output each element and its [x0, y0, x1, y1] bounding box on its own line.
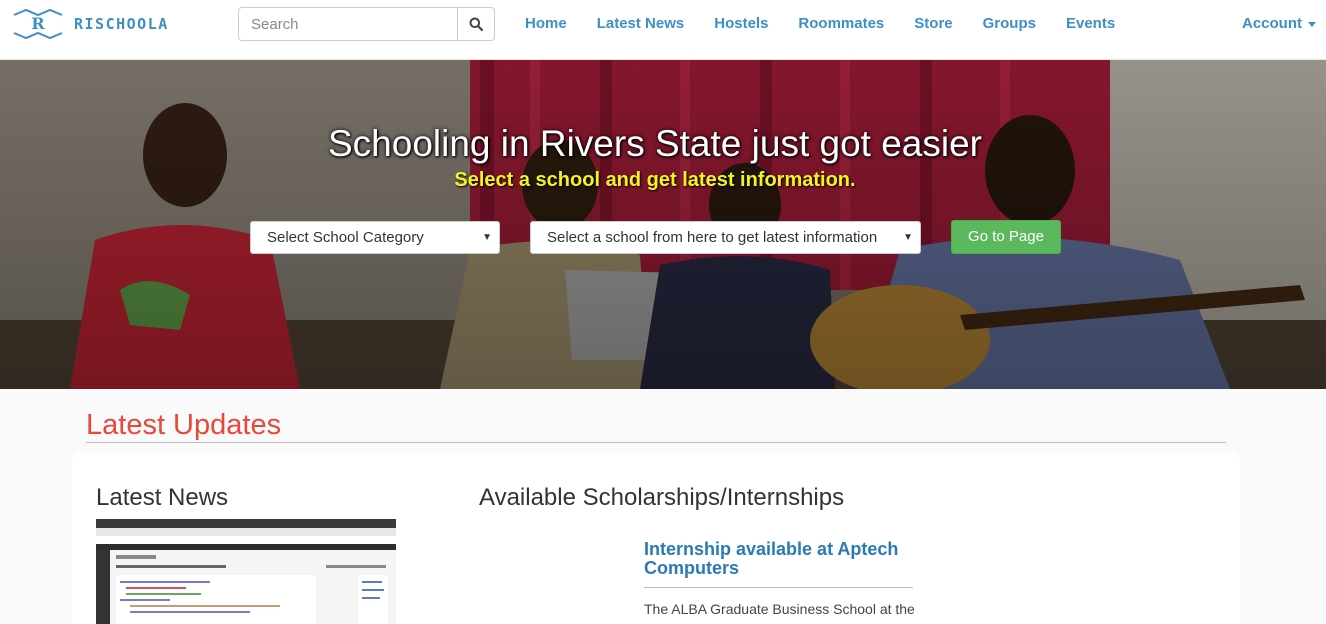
- scholarship-item-title[interactable]: Internship available at Aptech Computers: [644, 540, 914, 578]
- r-logo-icon: R: [13, 8, 63, 40]
- school-select[interactable]: Select a school from here to get latest …: [530, 221, 921, 254]
- nav-latest-news[interactable]: Latest News: [582, 0, 700, 48]
- svg-text:R: R: [31, 14, 45, 33]
- divider: [644, 587, 913, 588]
- latest-news-heading: Latest News: [96, 484, 229, 511]
- hero-title: Schooling in Rivers State just got easie…: [327, 123, 982, 164]
- brand-name: RISCHOOLA: [74, 15, 169, 33]
- brand-logo[interactable]: R RISCHOOLA: [12, 7, 208, 41]
- search-bar: [238, 7, 495, 41]
- account-dropdown[interactable]: Account: [1242, 0, 1316, 48]
- hero-banner: Schooling in Rivers State just got easie…: [0, 60, 1326, 389]
- go-to-page-button[interactable]: Go to Page: [951, 220, 1061, 254]
- nav-groups[interactable]: Groups: [968, 0, 1051, 48]
- select-arrow-icon: ▼: [903, 232, 913, 243]
- search-input[interactable]: [238, 7, 457, 41]
- scholarships-heading: Available Scholarships/Internships: [479, 484, 845, 511]
- nav-roommates[interactable]: Roommates: [783, 0, 899, 48]
- search-icon: [469, 17, 483, 31]
- scholarship-item-excerpt: The ALBA Graduate Business School at the: [644, 601, 915, 617]
- navbar: R RISCHOOLA Home Latest News Hostels Roo…: [0, 0, 1326, 60]
- school-category-select[interactable]: Select School Category ▼: [250, 221, 500, 254]
- news-thumbnail[interactable]: [96, 519, 396, 624]
- main-nav: Home Latest News Hostels Roommates Store…: [510, 0, 1130, 48]
- nav-home[interactable]: Home: [510, 0, 582, 48]
- divider: [86, 442, 1226, 443]
- caret-down-icon: [1308, 21, 1316, 27]
- latest-updates-heading: Latest Updates: [86, 409, 282, 441]
- search-button[interactable]: [457, 7, 495, 41]
- select-arrow-icon: ▼: [482, 232, 492, 243]
- account-label: Account: [1242, 15, 1302, 32]
- school-select-value: Select a school from here to get latest …: [547, 229, 878, 246]
- nav-events[interactable]: Events: [1051, 0, 1130, 48]
- nav-store[interactable]: Store: [899, 0, 967, 48]
- school-category-select-value: Select School Category: [267, 229, 424, 246]
- news-screenshot-image: [96, 519, 396, 624]
- nav-hostels[interactable]: Hostels: [699, 0, 783, 48]
- hero-subtitle: Select a school and get latest informati…: [454, 169, 856, 191]
